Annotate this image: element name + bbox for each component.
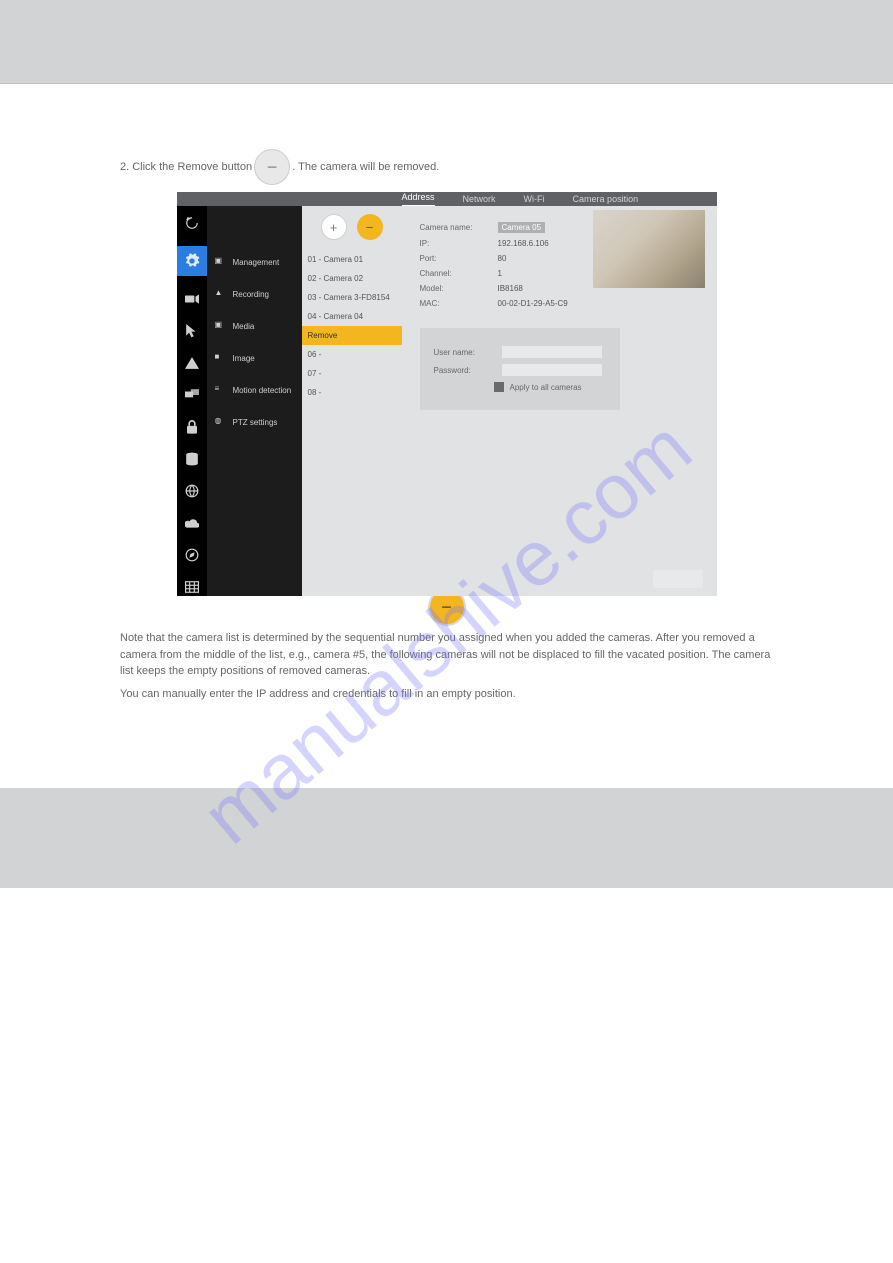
- camera-list-column: + − 01 - Camera 01 02 - Camera 02 03 - C…: [302, 206, 402, 596]
- top-tabs: Address Network Wi-Fi Camera position: [177, 192, 717, 206]
- app-body: ▣ Management ▲ Recording ▣ Media ■ Image…: [177, 206, 717, 596]
- tab-camera-position[interactable]: Camera position: [573, 194, 639, 204]
- db-icon[interactable]: [183, 450, 201, 468]
- sidebar-item-label: Management: [233, 258, 280, 267]
- sidebar-item-management[interactable]: ▣ Management: [207, 246, 302, 278]
- label-camera-name: Camera name:: [420, 223, 498, 232]
- camera-list-item[interactable]: 04 - Camera 04: [302, 307, 402, 326]
- value-port: 80: [498, 254, 507, 263]
- gear-icon[interactable]: [177, 246, 207, 276]
- detail-row-mac: MAC: 00-02-D1-29-A5-C9: [420, 299, 699, 308]
- instruction-line: 2. Click the Remove button − . The camer…: [120, 150, 773, 184]
- sidebar-item-label: Media: [233, 322, 255, 331]
- instruction-text-before: 2. Click the Remove button: [120, 161, 252, 173]
- sidebar-item-ptz[interactable]: ◍ PTZ settings: [207, 406, 302, 438]
- remove-icon-inline: −: [255, 150, 289, 184]
- add-camera-button[interactable]: +: [321, 214, 347, 240]
- lock-icon[interactable]: [183, 418, 201, 436]
- value-ip: 192.168.6.106: [498, 239, 549, 248]
- tab-address[interactable]: Address: [402, 192, 435, 206]
- cloud-icon[interactable]: [183, 514, 201, 532]
- camera-preview-thumb: [593, 210, 705, 288]
- label-port: Port:: [420, 254, 498, 263]
- page-footer-banner: [0, 788, 893, 888]
- tab-network[interactable]: Network: [463, 194, 496, 204]
- warn-icon: ▲: [215, 288, 227, 300]
- sidebar-item-label: Recording: [233, 290, 269, 299]
- side-menu: ▣ Management ▲ Recording ▣ Media ■ Image…: [207, 206, 302, 596]
- camera-detail-pane: Camera name: Camera 05 IP: 192.168.6.106…: [402, 206, 717, 596]
- apply-all-row: Apply to all cameras: [494, 382, 606, 392]
- label-password: Password:: [434, 366, 502, 375]
- password-input[interactable]: [502, 364, 602, 376]
- left-rail: [177, 206, 207, 596]
- camera-list-item[interactable]: 06 -: [302, 345, 402, 364]
- screens-icon: ▣: [215, 320, 227, 332]
- camera-icon[interactable]: [183, 290, 201, 308]
- camera-list-item[interactable]: 03 - Camera 3-FD8154: [302, 288, 402, 307]
- db-icon: ≡: [215, 384, 227, 396]
- camera-list-item[interactable]: 02 - Camera 02: [302, 269, 402, 288]
- globe-icon: ◍: [215, 416, 227, 428]
- apply-button[interactable]: [653, 570, 703, 588]
- label-ip: IP:: [420, 239, 498, 248]
- cursor-icon[interactable]: [183, 322, 201, 340]
- add-remove-row: + −: [302, 214, 402, 240]
- instruction-text-after: . The camera will be removed.: [292, 161, 439, 173]
- camera-name-input[interactable]: Camera 05: [498, 222, 546, 233]
- sidebar-item-label: Motion detection: [233, 386, 292, 395]
- remove-camera-button[interactable]: −: [357, 214, 383, 240]
- app-screenshot: Address Network Wi-Fi Camera position: [177, 192, 717, 582]
- camera-list-item[interactable]: 07 -: [302, 364, 402, 383]
- camera-list-item-selected[interactable]: Remove: [302, 326, 402, 345]
- globe-icon[interactable]: [183, 482, 201, 500]
- cred-row-pass: Password:: [434, 364, 606, 376]
- screens-icon[interactable]: [183, 386, 201, 404]
- page-header-banner: [0, 0, 893, 84]
- note-text: Note that the camera list is determined …: [120, 630, 773, 680]
- sidebar-item-label: Image: [233, 354, 255, 363]
- sidebar-item-motion[interactable]: ≡ Motion detection: [207, 374, 302, 406]
- lock-icon: ■: [215, 352, 227, 364]
- sidebar-item-recording[interactable]: ▲ Recording: [207, 278, 302, 310]
- camera-icon: ▣: [215, 256, 227, 268]
- sidebar-item-label: PTZ settings: [233, 418, 278, 427]
- sidebar-item-media[interactable]: ▣ Media: [207, 310, 302, 342]
- grid-icon[interactable]: [183, 578, 201, 596]
- label-mac: MAC:: [420, 299, 498, 308]
- tab-wifi[interactable]: Wi-Fi: [524, 194, 545, 204]
- username-input[interactable]: [502, 346, 602, 358]
- value-channel: 1: [498, 269, 502, 278]
- label-username: User name:: [434, 348, 502, 357]
- sidebar-item-image[interactable]: ■ Image: [207, 342, 302, 374]
- document-content: 2. Click the Remove button − . The camer…: [0, 84, 893, 738]
- camera-list-item[interactable]: 01 - Camera 01: [302, 250, 402, 269]
- label-model: Model:: [420, 284, 498, 293]
- camera-list-item[interactable]: 08 -: [302, 383, 402, 402]
- value-mac: 00-02-D1-29-A5-C9: [498, 299, 568, 308]
- apply-all-label: Apply to all cameras: [510, 383, 582, 392]
- compass-icon[interactable]: [183, 546, 201, 564]
- apply-all-checkbox[interactable]: [494, 382, 504, 392]
- credentials-box: User name: Password: Apply to all camera…: [420, 328, 620, 410]
- cred-row-user: User name:: [434, 346, 606, 358]
- warn-icon[interactable]: [183, 354, 201, 372]
- label-channel: Channel:: [420, 269, 498, 278]
- closing-text: You can manually enter the IP address an…: [120, 686, 773, 703]
- value-model: IB8168: [498, 284, 523, 293]
- back-icon[interactable]: [183, 214, 201, 232]
